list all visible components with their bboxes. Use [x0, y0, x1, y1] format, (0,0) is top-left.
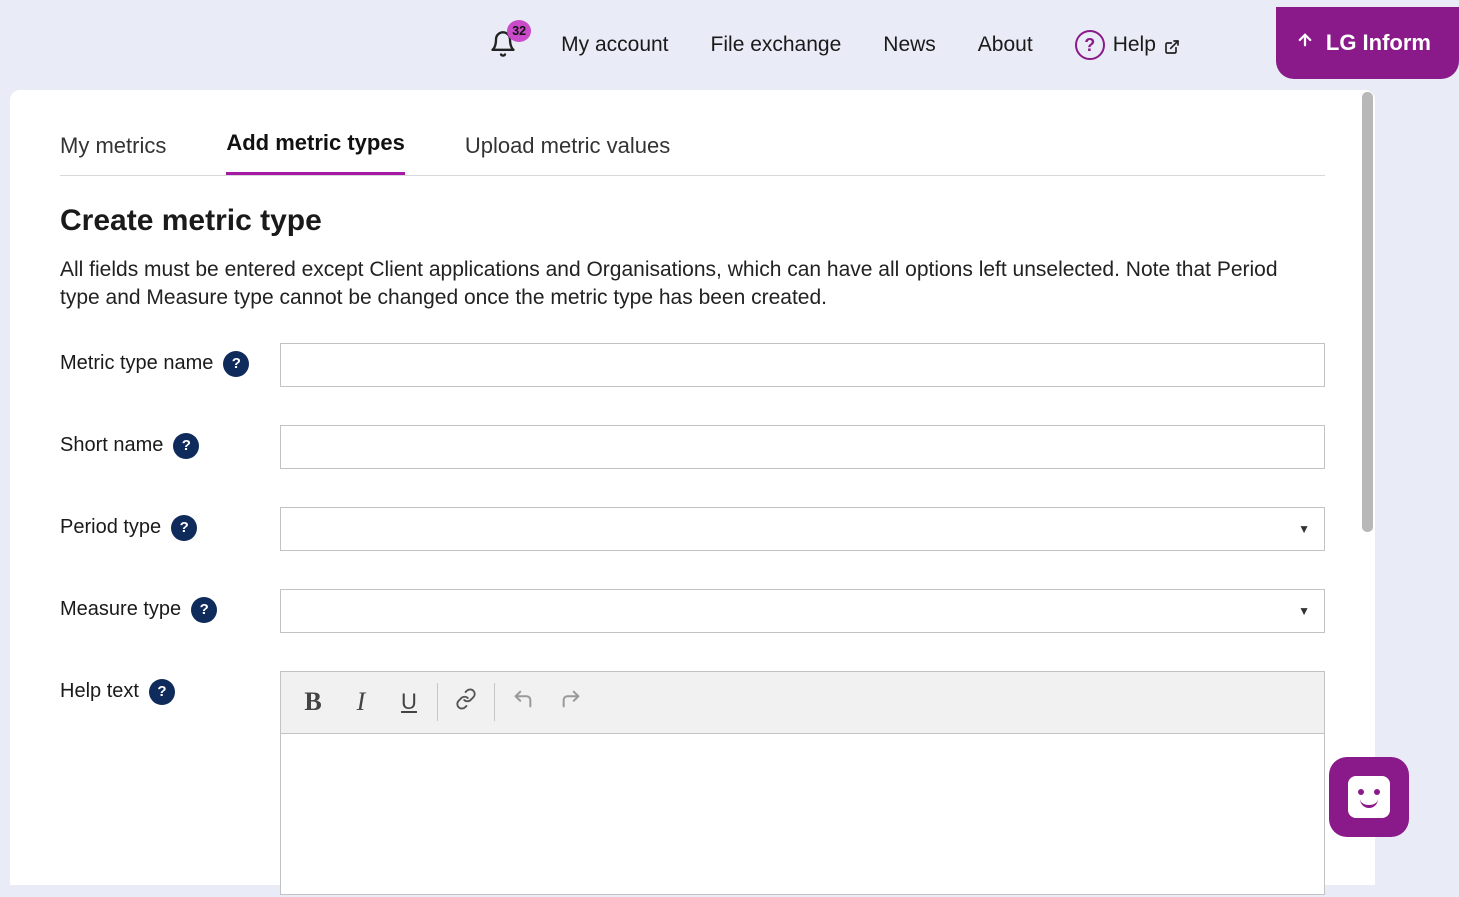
- help-icon-period-type[interactable]: ?: [171, 515, 197, 541]
- input-metric-type-name[interactable]: [280, 343, 1325, 387]
- help-icon-help-text[interactable]: ?: [149, 679, 175, 705]
- undo-icon: [512, 688, 534, 716]
- tab-upload-metric-values[interactable]: Upload metric values: [465, 133, 670, 175]
- label-metric-type-name: Metric type name: [60, 352, 213, 375]
- notifications-badge: 32: [507, 20, 531, 42]
- nav-news[interactable]: News: [883, 33, 936, 57]
- lg-inform-label: LG Inform: [1326, 30, 1431, 56]
- row-help-text: Help text ? B I U: [60, 671, 1325, 895]
- row-metric-type-name: Metric type name ?: [60, 343, 1325, 387]
- label-period-type: Period type: [60, 516, 161, 539]
- editor-italic-button[interactable]: I: [337, 681, 385, 723]
- nav-help[interactable]: ? Help: [1075, 30, 1180, 60]
- editor-redo-button[interactable]: [547, 681, 595, 723]
- row-measure-type: Measure type ? ▼: [60, 589, 1325, 633]
- select-period-type[interactable]: ▼: [280, 507, 1325, 551]
- help-circle-icon: ?: [1075, 30, 1105, 60]
- label-short-name: Short name: [60, 434, 163, 457]
- help-icon-short-name[interactable]: ?: [173, 433, 199, 459]
- nav-my-account[interactable]: My account: [561, 33, 668, 57]
- editor-toolbar: B I U: [281, 672, 1324, 734]
- top-navigation: 32 My account File exchange News About ?…: [0, 0, 1459, 90]
- select-measure-type[interactable]: ▼: [280, 589, 1325, 633]
- toolbar-separator: [437, 683, 438, 721]
- label-measure-type: Measure type: [60, 598, 181, 621]
- nav-help-label: Help: [1113, 33, 1156, 57]
- row-period-type: Period type ? ▼: [60, 507, 1325, 551]
- link-icon: [455, 688, 477, 716]
- tab-my-metrics[interactable]: My metrics: [60, 133, 166, 175]
- page-description: All fields must be entered except Client…: [60, 256, 1310, 313]
- tab-add-metric-types[interactable]: Add metric types: [226, 130, 405, 175]
- arrow-up-icon: [1296, 30, 1314, 56]
- nav-about[interactable]: About: [978, 33, 1033, 57]
- page-title: Create metric type: [60, 204, 1325, 238]
- rich-text-editor: B I U: [280, 671, 1325, 895]
- chevron-down-icon: ▼: [1298, 604, 1310, 618]
- chat-widget-button[interactable]: [1329, 757, 1409, 837]
- input-short-name[interactable]: [280, 425, 1325, 469]
- editor-textarea[interactable]: [281, 734, 1324, 894]
- help-icon-measure-type[interactable]: ?: [191, 597, 217, 623]
- editor-undo-button[interactable]: [499, 681, 547, 723]
- nav-file-exchange[interactable]: File exchange: [711, 33, 842, 57]
- chat-face-icon: [1348, 776, 1390, 818]
- main-panel: My metrics Add metric types Upload metri…: [10, 90, 1375, 885]
- create-metric-form: Metric type name ? Short name ? Peri: [60, 343, 1325, 895]
- bell-icon: [489, 45, 517, 62]
- lg-inform-button[interactable]: LG Inform: [1276, 7, 1459, 79]
- label-help-text: Help text: [60, 680, 139, 703]
- vertical-scrollbar[interactable]: [1362, 92, 1373, 532]
- editor-bold-button[interactable]: B: [289, 681, 337, 723]
- notifications-button[interactable]: 32: [489, 30, 519, 60]
- chevron-down-icon: ▼: [1298, 522, 1310, 536]
- redo-icon: [560, 688, 582, 716]
- external-link-icon: [1164, 37, 1180, 53]
- nav-items: 32 My account File exchange News About ?…: [489, 30, 1180, 60]
- tab-bar: My metrics Add metric types Upload metri…: [60, 130, 1325, 176]
- editor-link-button[interactable]: [442, 681, 490, 723]
- editor-underline-button[interactable]: U: [385, 681, 433, 723]
- row-short-name: Short name ?: [60, 425, 1325, 469]
- help-icon-metric-type-name[interactable]: ?: [223, 351, 249, 377]
- toolbar-separator: [494, 683, 495, 721]
